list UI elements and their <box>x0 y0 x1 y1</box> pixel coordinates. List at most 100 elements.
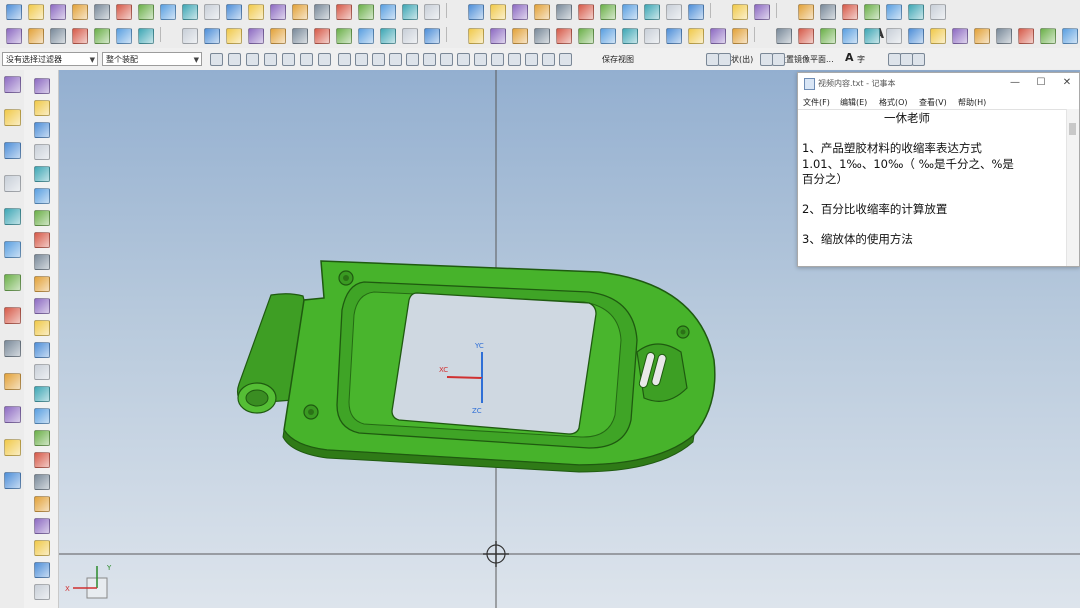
toolbar-tool-icon[interactable] <box>666 4 682 20</box>
toolbar-tool-icon[interactable] <box>1018 28 1034 44</box>
toolbar-tool-icon[interactable] <box>1062 28 1078 44</box>
menu-view[interactable]: 查看(V) <box>919 97 947 108</box>
toolbar-tool-icon[interactable] <box>6 4 22 20</box>
toolbar-tool-icon[interactable] <box>72 4 88 20</box>
toolbar-tool-icon[interactable] <box>776 28 792 44</box>
toolbar-tool-icon[interactable] <box>600 28 616 44</box>
toolbar-tool-icon[interactable] <box>508 53 521 66</box>
notepad-text-area[interactable]: 一休老师 1、产品塑胶材料的收缩率表达方式 1.01、1‰、10‰（ ‰是千分之… <box>798 109 1066 266</box>
toolbar-tool-icon[interactable] <box>336 28 352 44</box>
toolbar-tool-icon[interactable] <box>116 28 132 44</box>
sidebar-tool-icon[interactable] <box>34 100 50 116</box>
sidebar-tool-icon[interactable] <box>4 307 21 324</box>
toolbar-tool-icon[interactable] <box>358 28 374 44</box>
toolbar-tool-icon[interactable] <box>644 28 660 44</box>
menu-file[interactable]: 文件(F) <box>803 97 830 108</box>
sidebar-tool-icon[interactable] <box>4 472 21 489</box>
save-view-button[interactable]: 保存视图 <box>602 54 634 65</box>
sidebar-tool-icon[interactable] <box>4 142 21 159</box>
sidebar-tool-icon[interactable] <box>34 254 50 270</box>
sidebar-tool-icon[interactable] <box>34 144 50 160</box>
toolbar-tool-icon[interactable] <box>820 4 836 20</box>
toolbar-tool-icon[interactable] <box>50 4 66 20</box>
toolbar-tool-icon[interactable] <box>772 53 785 66</box>
toolbar-tool-icon[interactable] <box>559 53 572 66</box>
sidebar-tool-icon[interactable] <box>4 340 21 357</box>
toolbar-tool-icon[interactable] <box>842 4 858 20</box>
toolbar-tool-icon[interactable] <box>423 53 436 66</box>
toolbar-tool-icon[interactable] <box>28 4 44 20</box>
toolbar-tool-icon[interactable] <box>666 28 682 44</box>
toolbar-tool-icon[interactable] <box>210 53 223 66</box>
toolbar-tool-icon[interactable] <box>490 4 506 20</box>
toolbar-tool-icon[interactable] <box>622 28 638 44</box>
sidebar-tool-icon[interactable] <box>34 232 50 248</box>
toolbar-tool-icon[interactable] <box>908 4 924 20</box>
toolbar-tool-icon[interactable] <box>402 28 418 44</box>
notepad-title-bar[interactable]: 视频内容.txt - 记事本 — ☐ ✕ <box>798 73 1079 93</box>
toolbar-tool-icon[interactable] <box>380 28 396 44</box>
sidebar-tool-icon[interactable] <box>34 210 50 226</box>
toolbar-tool-icon[interactable] <box>138 4 154 20</box>
toolbar-tool-icon[interactable] <box>270 28 286 44</box>
toolbar-tool-icon[interactable] <box>94 28 110 44</box>
sidebar-tool-icon[interactable] <box>4 109 21 126</box>
toolbar-tool-icon[interactable] <box>732 4 748 20</box>
sidebar-tool-icon[interactable] <box>4 241 21 258</box>
sidebar-tool-icon[interactable] <box>34 166 50 182</box>
toolbar-tool-icon[interactable] <box>270 4 286 20</box>
sidebar-tool-icon[interactable] <box>34 386 50 402</box>
toolbar-tool-icon[interactable] <box>440 53 453 66</box>
sidebar-tool-icon[interactable] <box>34 540 50 556</box>
toolbar-tool-icon[interactable] <box>688 4 704 20</box>
toolbar-tool-icon[interactable] <box>600 4 616 20</box>
sidebar-tool-icon[interactable] <box>34 342 50 358</box>
toolbar-tool-icon[interactable] <box>248 4 264 20</box>
minimize-button[interactable]: — <box>1003 75 1027 91</box>
toolbar-tool-icon[interactable] <box>952 28 968 44</box>
toolbar-tool-icon[interactable] <box>468 28 484 44</box>
toolbar-tool-icon[interactable] <box>798 4 814 20</box>
toolbar-tool-icon[interactable] <box>820 28 836 44</box>
sidebar-tool-icon[interactable] <box>4 76 21 93</box>
toolbar-tool-icon[interactable] <box>974 28 990 44</box>
notepad-scrollbar[interactable] <box>1066 109 1079 266</box>
toolbar-tool-icon[interactable] <box>28 28 44 44</box>
toolbar-tool-icon[interactable] <box>842 28 858 44</box>
notepad-window[interactable]: 视频内容.txt - 记事本 — ☐ ✕ 文件(F) 编辑(E) 格式(O) 查… <box>797 72 1080 267</box>
toolbar-tool-icon[interactable] <box>204 28 220 44</box>
sidebar-tool-icon[interactable] <box>34 122 50 138</box>
toolbar-tool-icon[interactable] <box>512 28 528 44</box>
sidebar-tool-icon[interactable] <box>34 276 50 292</box>
menu-edit[interactable]: 编辑(E) <box>840 97 867 108</box>
toolbar-tool-icon[interactable] <box>556 28 572 44</box>
assembly-scope-dropdown[interactable]: 整个装配 ▼ <box>102 52 202 66</box>
toolbar-tool-icon[interactable] <box>246 53 259 66</box>
toolbar-tool-icon[interactable] <box>534 4 550 20</box>
toolbar-tool-icon[interactable] <box>424 28 440 44</box>
toolbar-tool-icon[interactable] <box>300 53 313 66</box>
toolbar-tool-icon[interactable] <box>578 28 594 44</box>
sidebar-tool-icon[interactable] <box>34 78 50 94</box>
toolbar-tool-icon[interactable] <box>138 28 154 44</box>
toolbar-tool-icon[interactable] <box>318 53 331 66</box>
toolbar-tool-icon[interactable] <box>886 28 902 44</box>
toolbar-tool-icon[interactable] <box>732 28 748 44</box>
sidebar-tool-icon[interactable] <box>34 474 50 490</box>
toolbar-tool-icon[interactable] <box>930 4 946 20</box>
sidebar-tool-icon[interactable] <box>34 452 50 468</box>
toolbar-tool-icon[interactable] <box>406 53 419 66</box>
sidebar-tool-icon[interactable] <box>4 406 21 423</box>
sidebar-tool-icon[interactable] <box>34 364 50 380</box>
toolbar-tool-icon[interactable] <box>864 28 880 44</box>
toolbar-tool-icon[interactable] <box>358 4 374 20</box>
sidebar-tool-icon[interactable] <box>4 208 21 225</box>
sidebar-tool-icon[interactable] <box>4 439 21 456</box>
toolbar-tool-icon[interactable] <box>116 4 132 20</box>
toolbar-tool-icon[interactable] <box>372 53 385 66</box>
menu-format[interactable]: 格式(O) <box>879 97 908 108</box>
toolbar-tool-icon[interactable] <box>754 4 770 20</box>
toolbar-tool-icon[interactable] <box>556 4 572 20</box>
maximize-button[interactable]: ☐ <box>1029 75 1053 91</box>
selection-filter-dropdown[interactable]: 没有选择过滤器 ▼ <box>2 52 98 66</box>
